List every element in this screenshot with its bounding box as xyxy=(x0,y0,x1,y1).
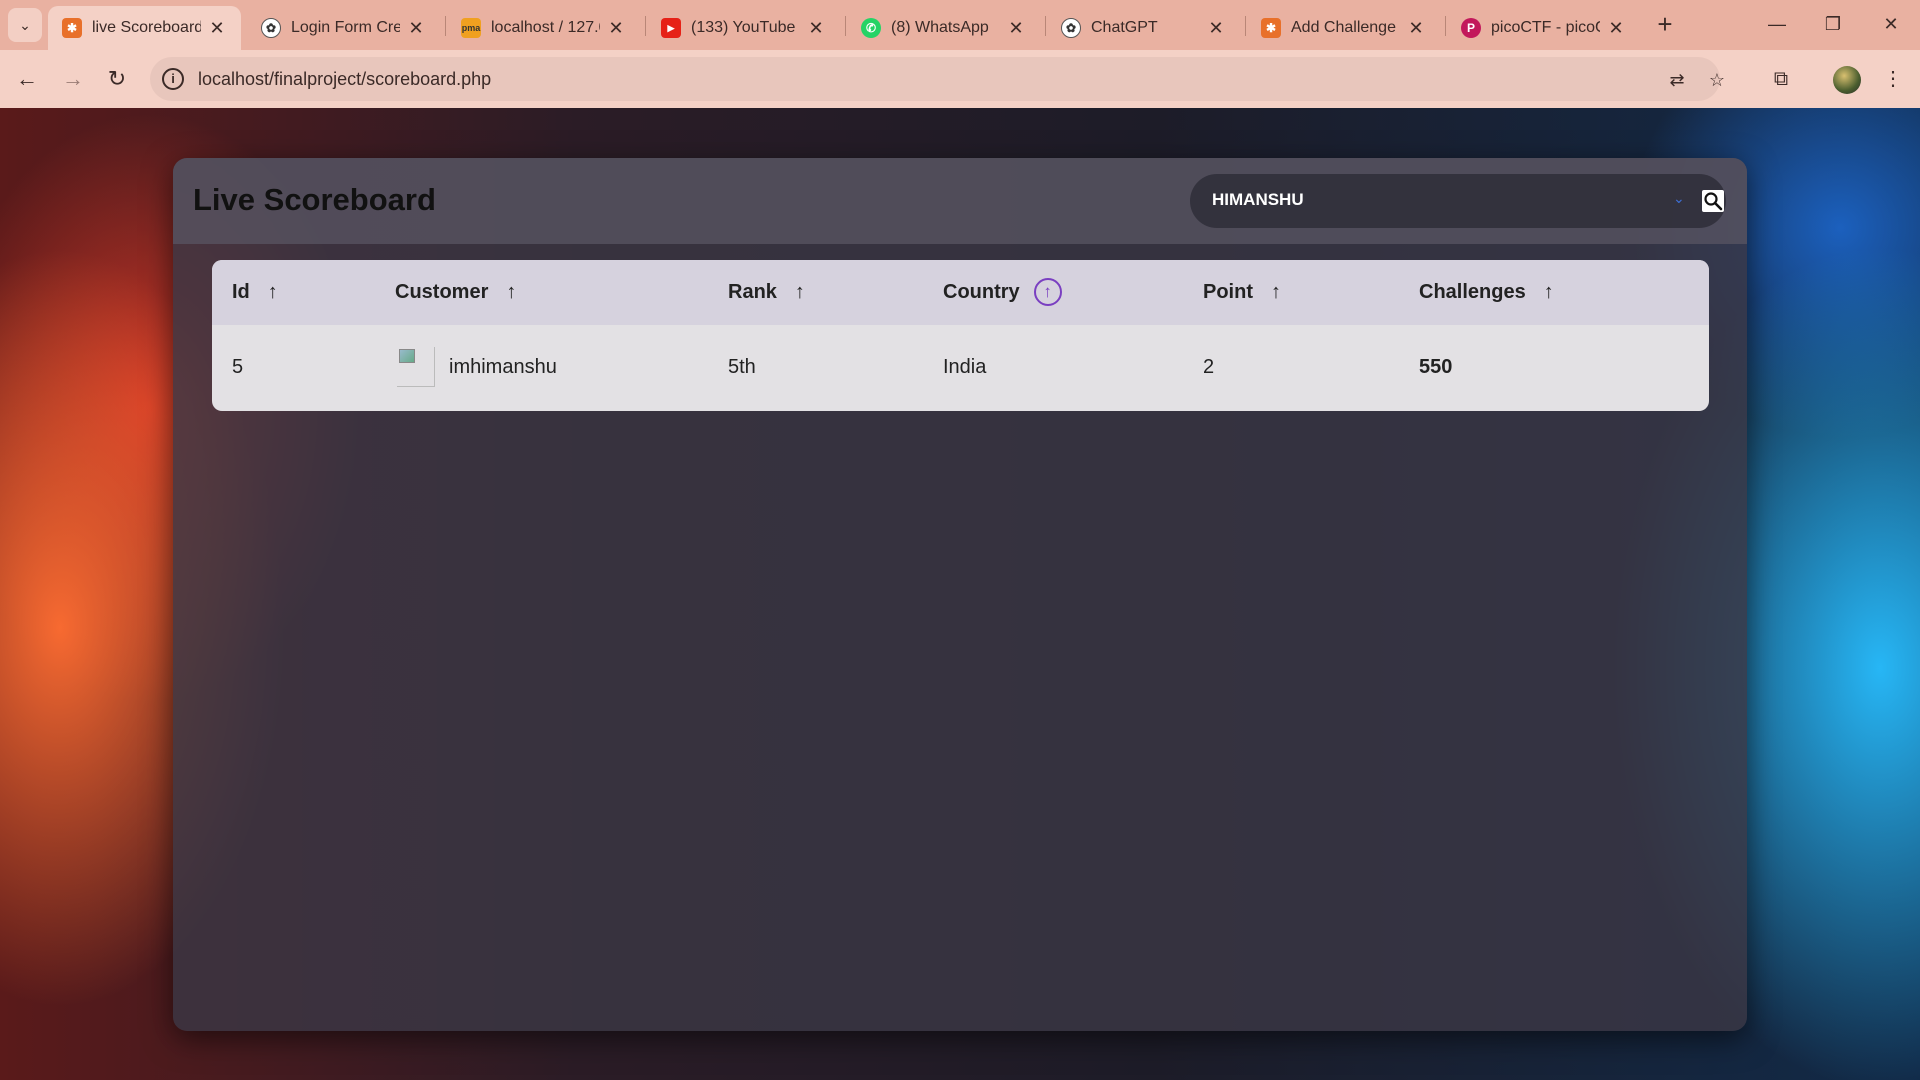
tab-whatsapp[interactable]: ✆ (8) WhatsApp ✕ xyxy=(847,6,1040,50)
address-bar[interactable]: i localhost/finalproject/scoreboard.php … xyxy=(150,57,1725,101)
scoreboard-panel: Live Scoreboard HIMANSHU ⌄ Id ↑ Customer… xyxy=(173,158,1747,1031)
avatar-broken-image xyxy=(397,347,435,387)
tab-separator xyxy=(445,16,446,36)
sort-arrow-up-icon[interactable]: ↑ xyxy=(506,281,516,304)
tab-title: (8) WhatsApp xyxy=(891,19,989,36)
menu-kebab-icon[interactable]: ⋮ xyxy=(1876,62,1910,96)
column-label: Rank xyxy=(728,281,777,303)
cell-id: 5 xyxy=(232,356,244,378)
chatgpt-icon: ✿ xyxy=(261,18,281,38)
tab-live-scoreboard[interactable]: ✱ live Scoreboard ✕ xyxy=(48,6,241,50)
cell-challenges: 550 xyxy=(1419,356,1453,378)
page-title: Live Scoreboard xyxy=(193,182,436,217)
tab-separator xyxy=(1045,16,1046,36)
tab-title: ChatGPT xyxy=(1091,19,1158,36)
page-background: Live Scoreboard HIMANSHU ⌄ Id ↑ Customer… xyxy=(0,108,1920,1080)
sort-arrow-up-icon[interactable]: ↑ xyxy=(268,281,278,304)
whatsapp-icon: ✆ xyxy=(861,18,881,38)
new-tab-button[interactable]: + xyxy=(1650,10,1680,40)
panel-header: Live Scoreboard HIMANSHU ⌄ xyxy=(173,158,1747,244)
close-icon[interactable]: ✕ xyxy=(207,18,227,39)
codepen-icon: ✱ xyxy=(62,18,82,38)
minimize-icon[interactable]: — xyxy=(1757,8,1797,40)
picoctf-icon: P xyxy=(1461,18,1481,38)
broken-image-icon xyxy=(399,349,415,363)
codepen-icon: ✱ xyxy=(1261,18,1281,38)
table-header: Id ↑ Customer ↑ Rank ↑ Country ↑ Point ↑… xyxy=(212,260,1709,325)
column-header-country[interactable]: Country ↑ xyxy=(943,278,1062,306)
column-label: Point xyxy=(1203,281,1253,303)
close-icon[interactable]: ✕ xyxy=(1006,18,1026,39)
column-header-point[interactable]: Point ↑ xyxy=(1203,281,1281,304)
column-label: Customer xyxy=(395,281,489,303)
site-info-icon[interactable]: i xyxy=(162,68,184,90)
sort-arrow-up-icon[interactable]: ↑ xyxy=(1544,281,1554,304)
close-icon[interactable]: ✕ xyxy=(606,18,626,39)
tab-strip: ⌄ ✱ live Scoreboard ✕ ✿ Login Form Crea … xyxy=(0,0,1920,50)
tab-youtube[interactable]: ▶ (133) YouTube ✕ xyxy=(647,6,840,50)
forward-icon[interactable]: → xyxy=(56,62,90,96)
tab-add-challenge[interactable]: ✱ Add Challenge ✕ xyxy=(1247,6,1440,50)
cell-point: 2 xyxy=(1203,356,1215,378)
cell-customer: imhimanshu xyxy=(449,356,557,378)
reload-icon[interactable]: ↻ xyxy=(100,62,134,96)
tab-title: Add Challenge xyxy=(1291,19,1396,36)
search-input[interactable]: HIMANSHU ⌄ xyxy=(1190,174,1726,228)
cell-country: India xyxy=(943,356,987,378)
tab-phpmyadmin[interactable]: pma localhost / 127.0 ✕ xyxy=(447,6,640,50)
profile-avatar[interactable] xyxy=(1833,66,1861,94)
tab-login-form[interactable]: ✿ Login Form Crea ✕ xyxy=(247,6,440,50)
tab-title: localhost / 127.0 xyxy=(491,19,600,36)
scoreboard-table: Id ↑ Customer ↑ Rank ↑ Country ↑ Point ↑… xyxy=(212,260,1709,411)
youtube-icon: ▶ xyxy=(661,18,681,38)
sort-arrow-up-icon[interactable]: ↑ xyxy=(1271,281,1281,304)
tab-separator xyxy=(845,16,846,36)
column-label: Id xyxy=(232,281,250,303)
restore-icon[interactable]: ❐ xyxy=(1813,8,1853,40)
sort-arrow-up-icon[interactable]: ↑ xyxy=(795,281,805,304)
tab-picoctf[interactable]: P picoCTF - picoG ✕ xyxy=(1447,6,1640,50)
close-icon[interactable]: ✕ xyxy=(1406,18,1426,39)
phpmyadmin-icon: pma xyxy=(461,18,481,38)
browser-toolbar: ← → ↻ i localhost/finalproject/scoreboar… xyxy=(0,50,1920,108)
tab-title: Login Form Crea xyxy=(291,19,400,36)
close-icon[interactable]: ✕ xyxy=(406,18,426,39)
tab-title: picoCTF - picoG xyxy=(1491,19,1600,36)
cell-rank: 5th xyxy=(728,356,756,378)
column-label: Challenges xyxy=(1419,281,1526,303)
sort-arrow-up-active-icon[interactable]: ↑ xyxy=(1033,278,1062,306)
tab-separator xyxy=(645,16,646,36)
column-label: Country xyxy=(943,280,1020,303)
tab-title: live Scoreboard xyxy=(92,19,201,36)
close-icon[interactable]: ✕ xyxy=(1606,18,1626,39)
chevron-down-icon[interactable]: ⌄ xyxy=(1673,190,1685,207)
column-header-rank[interactable]: Rank ↑ xyxy=(728,281,805,304)
bookmark-star-icon[interactable]: ☆ xyxy=(1704,67,1730,93)
chatgpt-icon: ✿ xyxy=(1061,18,1081,38)
search-icon[interactable] xyxy=(1702,190,1724,212)
tab-separator xyxy=(1445,16,1446,36)
tab-title: (133) YouTube xyxy=(691,19,796,36)
column-header-challenges[interactable]: Challenges ↑ xyxy=(1419,281,1554,304)
close-icon[interactable]: ✕ xyxy=(1206,18,1226,39)
close-icon[interactable]: ✕ xyxy=(806,18,826,39)
search-value[interactable]: HIMANSHU xyxy=(1212,190,1304,210)
window-close-icon[interactable]: ✕ xyxy=(1871,8,1911,40)
extensions-icon[interactable]: ⧉ xyxy=(1764,62,1798,96)
column-header-id[interactable]: Id ↑ xyxy=(232,281,278,304)
url-text[interactable]: localhost/finalproject/scoreboard.php xyxy=(198,69,491,90)
tab-chatgpt[interactable]: ✿ ChatGPT ✕ xyxy=(1047,6,1240,50)
tab-search-button[interactable]: ⌄ xyxy=(8,8,42,42)
back-icon[interactable]: ← xyxy=(10,62,44,96)
column-header-customer[interactable]: Customer ↑ xyxy=(395,281,516,304)
tab-separator xyxy=(1245,16,1246,36)
translate-icon[interactable]: ⇄ xyxy=(1664,67,1690,93)
